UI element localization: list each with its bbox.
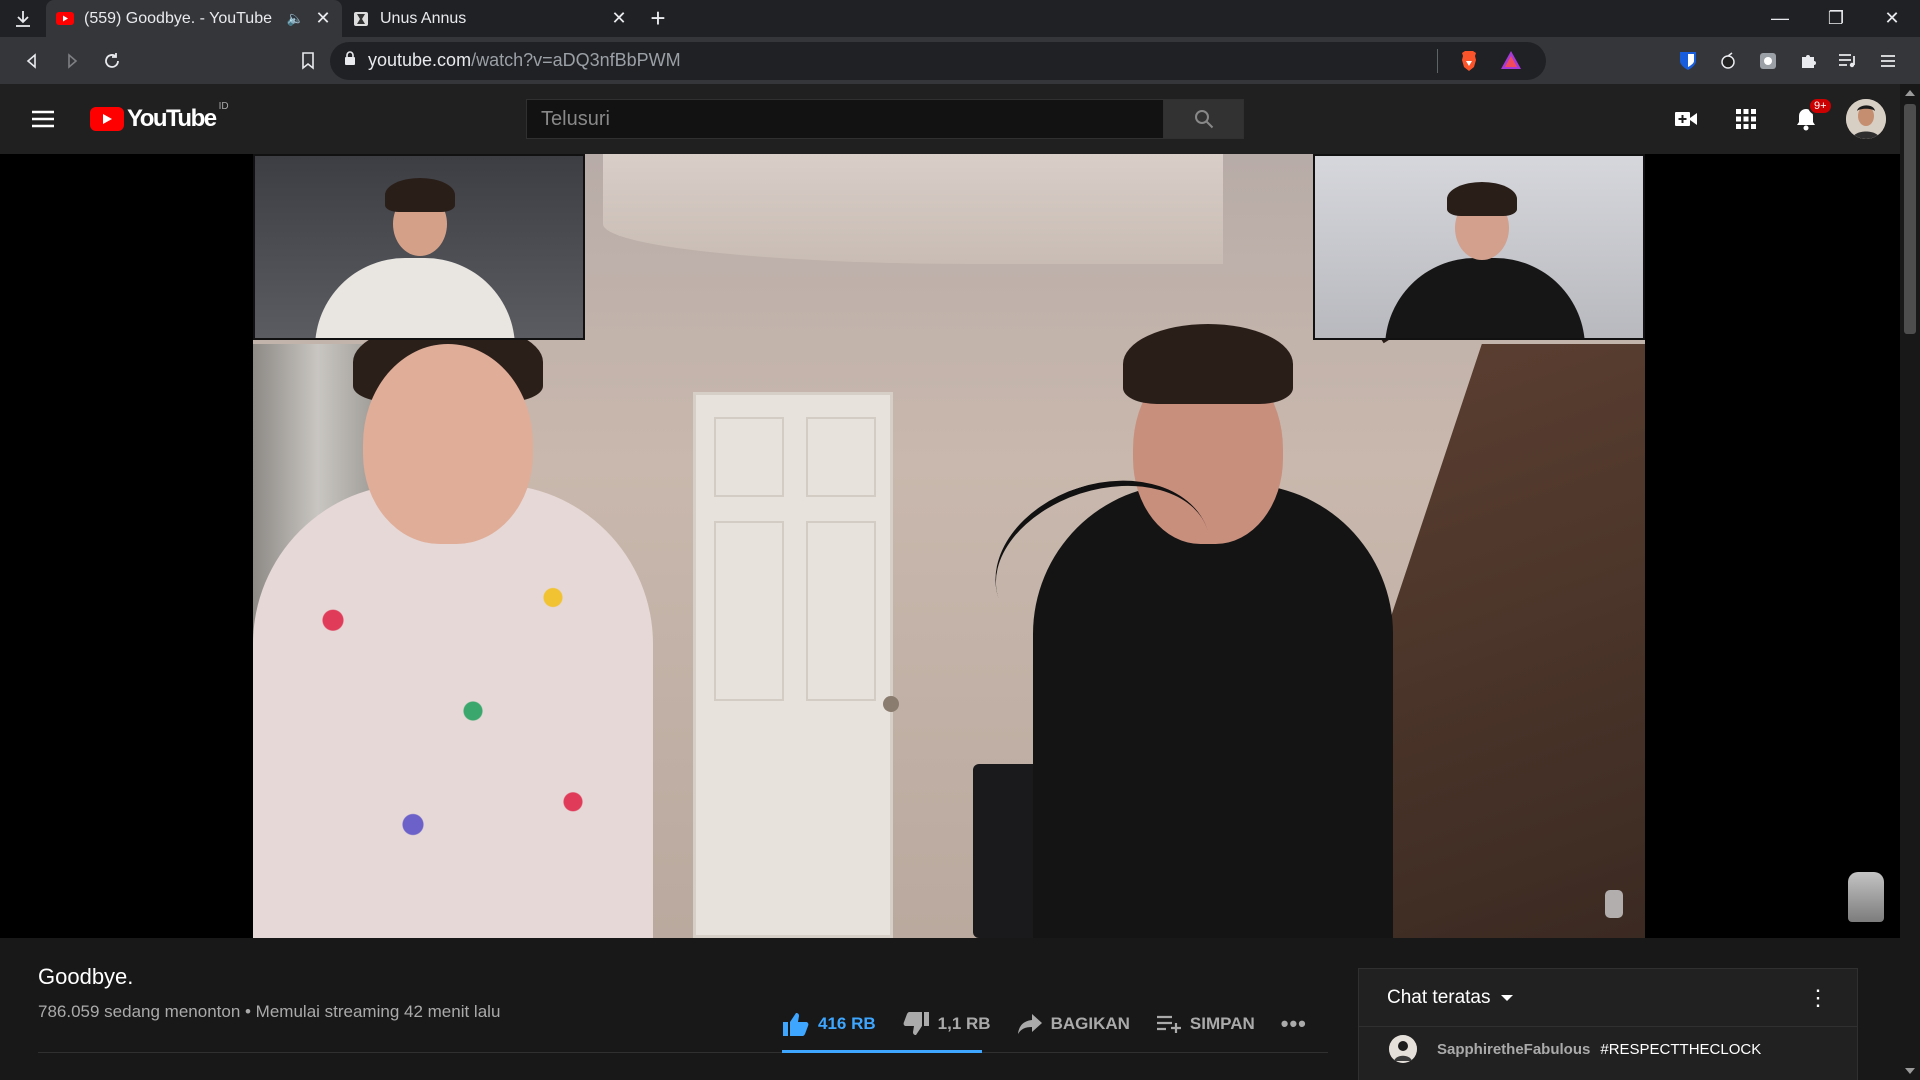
- video-person-left-head: [363, 344, 533, 544]
- address-bar[interactable]: youtube.com/watch?v=aDQ3nfBbPWM: [330, 41, 1546, 80]
- extensions-area: [1668, 43, 1908, 79]
- pip-right-body: [1385, 258, 1585, 338]
- unus-annus-favicon-icon: [352, 10, 370, 28]
- close-window-icon[interactable]: ✕: [1864, 0, 1920, 37]
- browser-menu-icon[interactable]: [1868, 43, 1908, 79]
- like-count: 416 RB: [818, 1014, 876, 1033]
- picture-in-picture-left: [253, 154, 585, 340]
- back-icon[interactable]: [12, 43, 52, 79]
- playlist-add-icon: [1156, 1015, 1181, 1033]
- chat-more-options-icon[interactable]: ⋮: [1807, 987, 1829, 1009]
- search-box: Telusuri: [526, 99, 1244, 139]
- picture-in-picture-right: [1313, 154, 1645, 340]
- live-chat-panel: Chat teratas ⋮ SapphiretheFabulous #RESP…: [1358, 968, 1858, 1080]
- more-actions-icon[interactable]: •••: [1281, 1011, 1307, 1037]
- brave-shields-icon[interactable]: [1458, 50, 1480, 72]
- thumbs-up-icon: [783, 1013, 809, 1036]
- extension-box-icon[interactable]: [1748, 43, 1788, 79]
- video-scene-ceiling: [603, 154, 1223, 264]
- logo-wordmark: YouTube: [127, 105, 217, 132]
- like-button[interactable]: 416 RB: [782, 1011, 876, 1037]
- extensions-puzzle-icon[interactable]: [1788, 43, 1828, 79]
- share-arrow-icon: [1017, 1014, 1042, 1034]
- sentiment-bar-fill: [782, 1050, 982, 1053]
- dropdown-caret-icon[interactable]: [1500, 994, 1513, 1001]
- bitwarden-icon[interactable]: [1668, 43, 1708, 79]
- youtube-favicon-icon: [56, 10, 74, 28]
- close-tab-icon[interactable]: ✕: [314, 8, 332, 29]
- tab-title: Unus Annus: [380, 9, 467, 27]
- search-icon: [1194, 110, 1213, 129]
- hourglass-watermark-icon: [1848, 872, 1884, 922]
- country-code: ID: [218, 101, 229, 112]
- window-controls: — ❐ ✕: [1752, 0, 1920, 37]
- live-chat-header: Chat teratas ⋮: [1359, 969, 1857, 1027]
- new-tab-button[interactable]: +: [638, 0, 678, 37]
- speaker-icon[interactable]: 🔈: [287, 10, 304, 27]
- hourglass-watermark-small-icon: [1605, 890, 1623, 918]
- pip-right-hair: [1447, 182, 1517, 216]
- youtube-masthead: YouTube ID Telusuri 9+: [0, 84, 1900, 154]
- video-scene-doorknob: [883, 696, 899, 712]
- chat-author-name[interactable]: SapphiretheFabulous: [1437, 1041, 1590, 1058]
- video-info-section: Goodbye. 786.059 sedang menonton • Memul…: [0, 938, 1900, 1080]
- extension-bird-icon[interactable]: [1708, 43, 1748, 79]
- video-view-info: 786.059 sedang menonton • Memulai stream…: [38, 1002, 501, 1021]
- masthead-actions: 9+: [1656, 97, 1886, 139]
- video-player[interactable]: [0, 154, 1900, 938]
- sentiment-bar-track: [38, 1052, 1328, 1053]
- media-queue-icon[interactable]: [1828, 43, 1868, 79]
- video-person-right-hair: [1123, 324, 1293, 404]
- divider: [1437, 48, 1438, 73]
- browser-tab-strip: (559) Goodbye. - YouTube 🔈 ✕ Unus Annus …: [0, 0, 1920, 37]
- notification-count-badge: 9+: [1808, 97, 1833, 115]
- reload-icon[interactable]: [92, 43, 132, 79]
- search-button[interactable]: [1164, 99, 1244, 139]
- brave-rewards-icon[interactable]: [1500, 50, 1522, 72]
- page-scrollbar[interactable]: [1900, 84, 1920, 1080]
- tab-unus-annus[interactable]: Unus Annus ✕: [342, 0, 638, 37]
- video-title: Goodbye.: [38, 964, 134, 989]
- apps-grid-icon[interactable]: [1716, 99, 1776, 139]
- scroll-up-arrow-icon[interactable]: [1905, 90, 1915, 96]
- account-avatar[interactable]: [1846, 99, 1886, 139]
- dislike-button[interactable]: 1,1 RB: [902, 1011, 991, 1037]
- chat-message-text: #RESPECTTHECLOCK: [1600, 1040, 1762, 1058]
- minimize-icon[interactable]: —: [1752, 0, 1808, 37]
- video-scene-door: [693, 392, 893, 938]
- video-actions: 416 RB 1,1 RB BAGIKAN SIMPAN •••: [782, 1004, 1333, 1044]
- share-button[interactable]: BAGIKAN: [1017, 1013, 1130, 1035]
- pip-left-hair: [385, 178, 455, 212]
- tab-youtube[interactable]: (559) Goodbye. - YouTube 🔈 ✕: [46, 0, 342, 37]
- scroll-down-arrow-icon[interactable]: [1905, 1068, 1915, 1074]
- video-person-left: [253, 484, 653, 938]
- chat-author-avatar[interactable]: [1389, 1035, 1417, 1063]
- notifications-bell-icon[interactable]: 9+: [1776, 97, 1836, 139]
- download-icon[interactable]: [0, 0, 46, 37]
- browser-toolbar: youtube.com/watch?v=aDQ3nfBbPWM: [0, 37, 1920, 84]
- pip-left-body: [315, 258, 515, 338]
- create-video-icon[interactable]: [1656, 99, 1716, 139]
- scrollbar-thumb[interactable]: [1904, 104, 1916, 334]
- dislike-count: 1,1 RB: [937, 1014, 991, 1033]
- search-input[interactable]: Telusuri: [526, 99, 1164, 139]
- forward-icon[interactable]: [52, 43, 92, 79]
- save-button[interactable]: SIMPAN: [1156, 1014, 1255, 1034]
- bookmark-icon[interactable]: [290, 43, 326, 79]
- url-text: youtube.com/watch?v=aDQ3nfBbPWM: [368, 50, 681, 70]
- restore-icon[interactable]: ❐: [1808, 0, 1864, 37]
- chat-message: SapphiretheFabulous #RESPECTTHECLOCK: [1359, 1027, 1857, 1071]
- chat-mode-dropdown[interactable]: Chat teratas: [1387, 987, 1491, 1009]
- share-label: BAGIKAN: [1050, 1014, 1130, 1033]
- thumbs-down-icon: [903, 1012, 929, 1035]
- close-tab-icon[interactable]: ✕: [610, 8, 628, 29]
- save-label: SIMPAN: [1189, 1014, 1255, 1033]
- tab-title: (559) Goodbye. - YouTube: [84, 9, 272, 27]
- youtube-logo[interactable]: YouTube ID: [90, 101, 229, 133]
- youtube-play-icon: [90, 107, 124, 131]
- lock-icon[interactable]: [344, 50, 356, 71]
- hamburger-menu-icon[interactable]: [30, 106, 56, 132]
